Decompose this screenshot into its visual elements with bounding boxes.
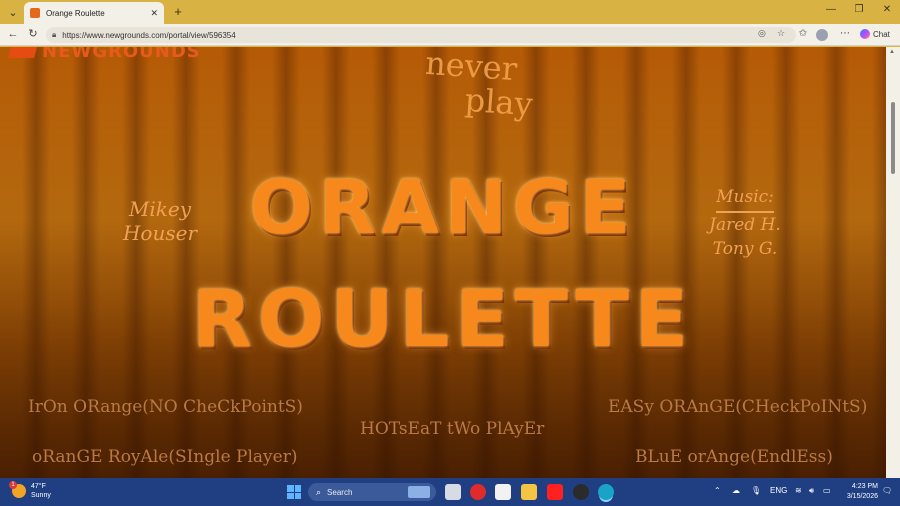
sun-icon: 1	[9, 481, 26, 498]
page-scrollbar[interactable]: ▲	[886, 47, 900, 478]
clock-date: 3/15/2026	[846, 493, 878, 500]
search-label: Search	[327, 487, 353, 497]
reader-mode-icon[interactable]: ◎	[758, 28, 766, 39]
menu-blue-orange[interactable]: BLuE orAnge(EndlEss)	[635, 447, 833, 467]
author-line2: Houser	[122, 221, 198, 245]
volume-icon[interactable]: 🔊︎	[809, 486, 814, 496]
restore-icon[interactable]: ❐	[852, 4, 866, 15]
microsoft-store-icon[interactable]	[495, 484, 511, 500]
author-line1: Mikey	[128, 197, 192, 221]
newgrounds-mark-icon	[8, 47, 38, 58]
menu-easy-orange[interactable]: EASy ORAnGE(CHeckPoINtS)	[608, 397, 867, 417]
newgrounds-logo: NEWGROUNDS	[8, 47, 201, 62]
cloud-icon[interactable]: ☁	[732, 486, 740, 495]
temperature: 47°F	[31, 483, 46, 490]
tab-title: Orange Roulette	[46, 8, 105, 18]
youtube-icon[interactable]	[547, 484, 563, 500]
menu-iron-orange[interactable]: IrOn ORange(NO CheCkPointS)	[28, 397, 303, 417]
task-view-icon[interactable]	[445, 484, 461, 500]
file-explorer-icon[interactable]	[521, 484, 537, 500]
tab-actions-chevron-icon[interactable]: ⌄	[4, 3, 22, 21]
author-credit: Mikey Houser	[110, 197, 210, 245]
language-indicator[interactable]: ENG	[770, 486, 787, 495]
system-clock[interactable]: 4:23 PM 3/15/2026	[838, 482, 878, 502]
chat-label: Chat	[873, 29, 890, 39]
profile-avatar[interactable]	[816, 29, 828, 41]
microphone-icon[interactable]: 🎙︎	[751, 486, 761, 495]
wifi-icon[interactable]: ≋	[795, 486, 802, 495]
notification-badge: 1	[9, 481, 17, 489]
chat-button[interactable]: Chat	[860, 29, 890, 39]
browser-title-bar: ⌄ Orange Roulette ✕ + — ❐ ✕	[0, 0, 900, 24]
notifications-icon[interactable]: 🗨︎	[882, 486, 892, 495]
newgrounds-wordmark: NEWGROUNDS	[42, 47, 201, 62]
search-highlight-icon	[408, 486, 430, 498]
game-title-line2: ROULETTE	[191, 275, 695, 365]
new-tab-button[interactable]: +	[170, 4, 186, 19]
game-canvas[interactable]: NEWGROUNDS never play ORANGE ROULETTE Mi…	[0, 47, 886, 478]
scroll-up-arrow-icon[interactable]: ▲	[889, 49, 895, 55]
weather-widget[interactable]: 1 47°F Sunny	[9, 481, 51, 500]
back-arrow-icon[interactable]: ←	[6, 27, 20, 41]
copilot-icon	[860, 29, 870, 39]
clock-time: 4:23 PM	[851, 483, 878, 490]
music-credit: Music: Jared H. Tony G.	[690, 185, 800, 261]
menu-hotseat-two-player[interactable]: HOTsEaT tWo PlAyEr	[360, 419, 544, 439]
edge-browser-icon[interactable]	[598, 484, 614, 500]
obs-icon[interactable]	[573, 484, 589, 500]
active-tab[interactable]: Orange Roulette ✕	[24, 2, 164, 24]
start-windows-icon[interactable]	[287, 485, 301, 499]
show-hidden-icons-chevron-icon[interactable]: ⌃	[714, 486, 721, 495]
favorites-icon[interactable]: ✩	[796, 28, 810, 39]
lock-icon: 🔒︎	[52, 30, 57, 39]
browser-toolbar: ← ↻ 🔒︎ https://www.newgrounds.com/portal…	[0, 24, 900, 46]
scroll-thumb[interactable]	[891, 102, 895, 174]
address-bar[interactable]: 🔒︎ https://www.newgrounds.com/portal/vie…	[46, 27, 796, 43]
music-label: Music:	[716, 185, 774, 213]
weather-condition: Sunny	[31, 492, 51, 499]
music-credit-line1: Jared H.	[709, 215, 781, 235]
menu-orange-royale[interactable]: oRanGE RoyAle(SIngle Player)	[32, 447, 297, 467]
search-icon: ⌕	[316, 486, 322, 497]
opera-icon[interactable]	[470, 484, 486, 500]
favorite-star-icon[interactable]: ☆	[777, 28, 785, 39]
battery-icon[interactable]: ▭	[823, 486, 831, 495]
taskbar-search[interactable]: ⌕ Search	[308, 483, 436, 501]
windows-taskbar: 1 47°F Sunny ⌕ Search ⌃ ☁ 🎙︎ ENG ≋ 🔊︎ ▭ …	[0, 478, 900, 506]
tab-close-icon[interactable]: ✕	[150, 8, 158, 19]
music-credit-line2: Tony G.	[712, 239, 778, 259]
window-close-icon[interactable]: ✕	[880, 4, 894, 15]
favicon-icon	[30, 8, 40, 18]
minimize-icon[interactable]: —	[824, 4, 838, 15]
more-menu-icon[interactable]: ⋯	[838, 28, 852, 39]
url-text: https://www.newgrounds.com/portal/view/5…	[62, 30, 236, 40]
refresh-icon[interactable]: ↻	[26, 27, 40, 41]
